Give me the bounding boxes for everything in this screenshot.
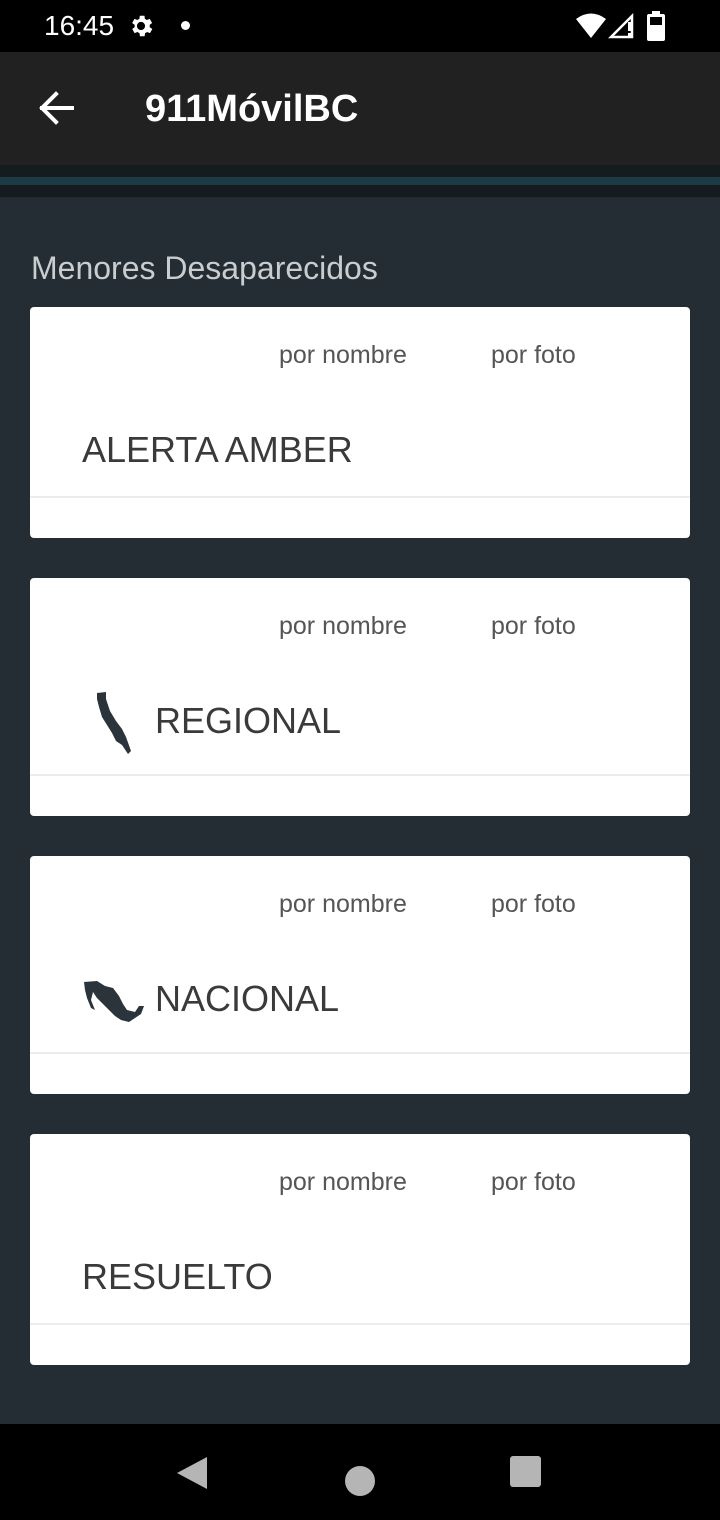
search-by-photo-button[interactable]: por foto (491, 337, 576, 373)
search-by-photo-button[interactable]: por foto (491, 608, 576, 644)
search-by-photo-button[interactable]: por foto (491, 886, 576, 922)
card-label[interactable]: NACIONAL (155, 977, 339, 1021)
status-time: 16:45 (44, 10, 115, 41)
card-label[interactable]: RESUELTO (82, 1255, 273, 1299)
mexico-map-icon (84, 981, 144, 1022)
card-regional: por nombre por foto REGIONAL (30, 578, 690, 816)
gear-icon (132, 15, 153, 37)
search-by-photo-button[interactable]: por foto (491, 1164, 576, 1200)
page-title: 911MóvilBC (145, 88, 359, 130)
card-nacional: por nombre por foto NACIONAL (30, 856, 690, 1094)
baja-california-map-icon (97, 692, 131, 754)
card-divider (30, 774, 690, 776)
arrow-back-icon[interactable] (34, 86, 78, 130)
card-divider (30, 1323, 690, 1325)
signal-icon (608, 12, 634, 39)
search-by-name-button[interactable]: por nombre (279, 608, 407, 644)
navigation-bar (0, 1424, 720, 1520)
search-by-name-button[interactable]: por nombre (279, 886, 407, 922)
card-label[interactable]: ALERTA AMBER (82, 428, 353, 472)
nav-back-icon[interactable] (176, 1456, 208, 1490)
nav-recents-icon[interactable] (510, 1456, 541, 1487)
card-resuelto: por nombre por foto RESUELTO (30, 1134, 690, 1365)
header-divider (0, 165, 720, 177)
accent-stripe (0, 177, 720, 185)
wifi-icon (576, 13, 606, 38)
section-title: Menores Desaparecidos (31, 250, 378, 286)
battery-icon (647, 11, 665, 41)
notification-dot-icon (181, 21, 190, 30)
card-alerta-amber: por nombre por foto ALERTA AMBER (30, 307, 690, 538)
nav-home-icon[interactable] (345, 1466, 375, 1496)
header-divider-bottom (0, 185, 720, 197)
card-divider (30, 496, 690, 498)
card-label[interactable]: REGIONAL (155, 699, 341, 743)
search-by-name-button[interactable]: por nombre (279, 1164, 407, 1200)
card-divider (30, 1052, 690, 1054)
status-bar: 16:45 (0, 0, 720, 52)
search-by-name-button[interactable]: por nombre (279, 337, 407, 373)
app-bar: 911MóvilBC (0, 52, 720, 165)
